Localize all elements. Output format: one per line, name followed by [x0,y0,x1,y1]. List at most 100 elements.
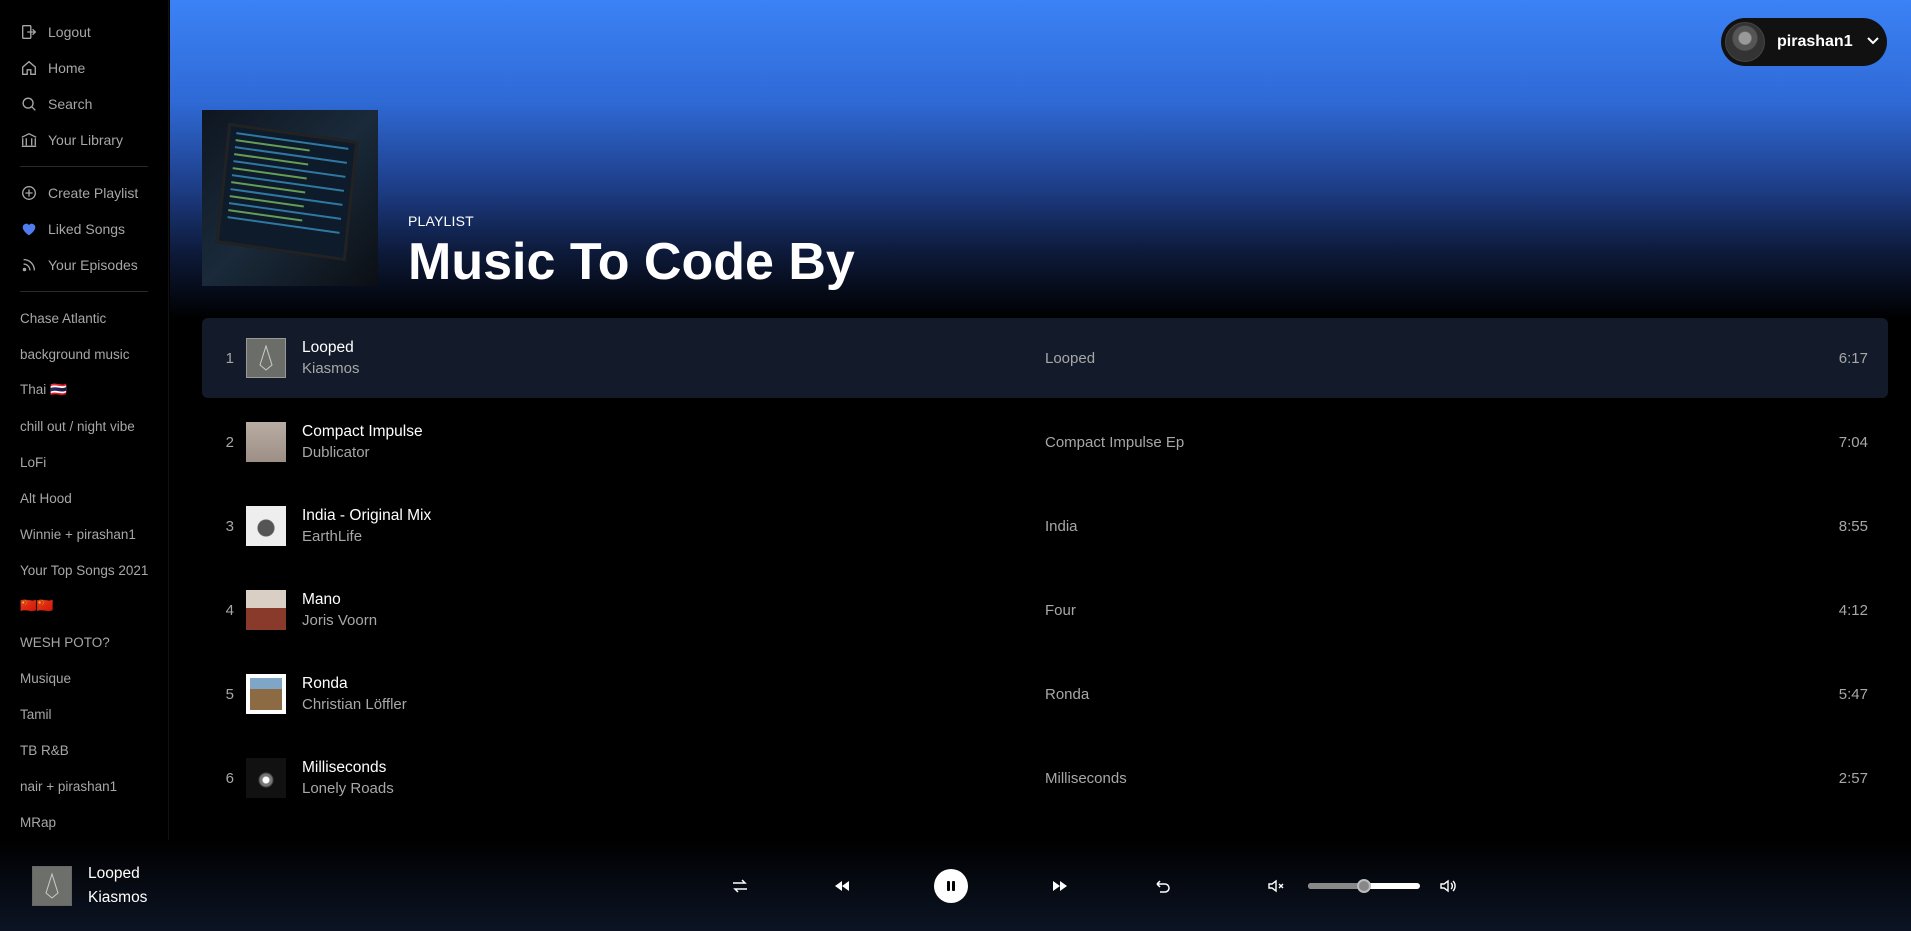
nav-create-playlist-label: Create Playlist [48,185,139,201]
rss-icon [20,256,48,274]
track-title: Milliseconds [302,759,387,776]
playlist-header: PLAYLIST Music To Code By [202,110,855,290]
track-row[interactable]: 4 Mano Joris Voorn Four 4:12 [202,570,1888,650]
track-artist: Kiasmos [302,360,360,377]
volume-fill [1308,882,1364,889]
mute-button[interactable] [1266,876,1286,896]
playlist-item[interactable]: Your Top Songs 2021 [0,552,168,588]
track-list: 1 Looped Kiasmos Looped 6:17 2 Compact Im… [202,318,1888,822]
track-duration: 6:17 [1838,349,1868,367]
playlist-item[interactable]: TB R&B [0,732,168,768]
track-row[interactable]: 2 Compact Impulse Dublicator Compact Impu… [202,402,1888,482]
nav-logout[interactable]: Logout [0,14,168,50]
logout-icon [20,23,48,41]
track-number: 5 [225,685,234,703]
nav-search-label: Search [48,96,93,112]
playlist-item[interactable]: chill out / night vibe [0,408,168,444]
shuffle-button[interactable] [730,876,750,896]
track-artist: Dublicator [302,444,370,461]
track-thumbnail [246,506,286,546]
nav-episodes-label: Your Episodes [48,257,138,273]
track-number: 3 [225,517,234,535]
playlist-item[interactable]: MRap [0,804,168,840]
playlist-item[interactable]: WESH POTO? [0,624,168,660]
now-playing-artist: Kiasmos [88,888,148,906]
user-menu-button[interactable]: pirashan1 [1721,18,1887,66]
home-icon [20,59,48,77]
playlist-cover [202,110,378,286]
chevron-down-icon [1865,32,1881,53]
playlist-item[interactable]: 🇨🇳🇨🇳 [0,588,168,624]
track-thumbnail [246,590,286,630]
volume-controls [1266,840,1458,931]
plus-circle-icon [20,184,48,202]
main-content: pirashan1 PLAYLIST Music To Code By 1 Lo… [170,0,1911,840]
track-album: Four [1045,601,1076,619]
track-row[interactable]: 1 Looped Kiasmos Looped 6:17 [202,318,1888,398]
shuffle-icon [733,878,747,893]
track-number: 2 [225,433,234,451]
playlist-item[interactable]: Tamil [0,696,168,732]
track-title: Compact Impulse [302,423,423,440]
playlist-list: Chase Atlantic background music Thai 🇹🇭 … [0,300,168,840]
playlist-item[interactable]: Thai 🇹🇭 [0,372,168,408]
track-row[interactable]: 5 Ronda Christian Löffler Ronda 5:47 [202,654,1888,734]
volume-max-button[interactable] [1438,876,1458,896]
track-artist: Lonely Roads [302,780,394,797]
track-row[interactable]: 6 Milliseconds Lonely Roads Milliseconds … [202,738,1888,818]
track-row[interactable]: 3 India - Original Mix EarthLife India 8:… [202,486,1888,566]
fast-forward-icon [1053,880,1067,891]
nav-search[interactable]: Search [0,86,168,122]
page-title: Music To Code By [408,233,855,292]
player-bar: Looped Kiasmos [0,840,1911,931]
sidebar-divider [20,291,148,292]
previous-button[interactable] [832,876,852,896]
sidebar: Logout Home Search Your Library Create P… [0,0,169,840]
track-thumbnail [246,422,286,462]
repeat-button[interactable] [1152,876,1172,896]
rewind-icon [835,880,849,891]
nav-home-label: Home [48,60,86,76]
playlist-item[interactable]: Chase Atlantic [0,300,168,336]
avatar [1725,22,1765,62]
nav-create-playlist[interactable]: Create Playlist [0,175,168,211]
sidebar-divider [20,166,148,167]
track-album: India [1045,517,1078,535]
track-duration: 8:55 [1838,517,1868,535]
playlist-item[interactable]: Alt Hood [0,480,168,516]
playback-controls [730,840,1172,931]
playlist-kind: PLAYLIST [408,213,474,230]
track-album: Looped [1045,349,1096,367]
playlist-item[interactable]: background music [0,336,168,372]
nav-home[interactable]: Home [0,50,168,86]
track-duration: 4:12 [1838,601,1868,619]
nav-liked-songs-label: Liked Songs [48,221,126,237]
track-duration: 5:47 [1838,685,1868,703]
nav-logout-label: Logout [48,24,91,40]
track-artist: Christian Löffler [302,696,407,713]
user-name: pirashan1 [1777,33,1853,50]
playlist-item[interactable]: nair + pirashan1 [0,768,168,804]
playlist-item[interactable]: Winnie + pirashan1 [0,516,168,552]
volume-slider[interactable] [1308,878,1420,893]
next-button[interactable] [1050,876,1070,896]
volume-knob[interactable] [1357,878,1371,893]
track-thumbnail [246,338,286,378]
playlist-item[interactable]: LoFi [0,444,168,480]
track-duration: 2:57 [1838,769,1868,787]
track-album: Ronda [1045,685,1090,703]
track-title: Ronda [302,675,348,692]
pause-button[interactable] [934,868,968,903]
track-title: India - Original Mix [302,507,432,524]
now-playing-title: Looped [88,864,140,882]
search-icon [20,95,48,113]
track-number: 4 [225,601,234,619]
track-title: Mano [302,591,341,608]
nav-library[interactable]: Your Library [0,122,168,158]
pause-icon [947,880,955,891]
nav-episodes[interactable]: Your Episodes [0,247,168,283]
now-playing-thumbnail [32,865,72,906]
playlist-item[interactable]: Musique [0,660,168,696]
track-thumbnail [246,674,286,714]
nav-liked-songs[interactable]: Liked Songs [0,211,168,247]
